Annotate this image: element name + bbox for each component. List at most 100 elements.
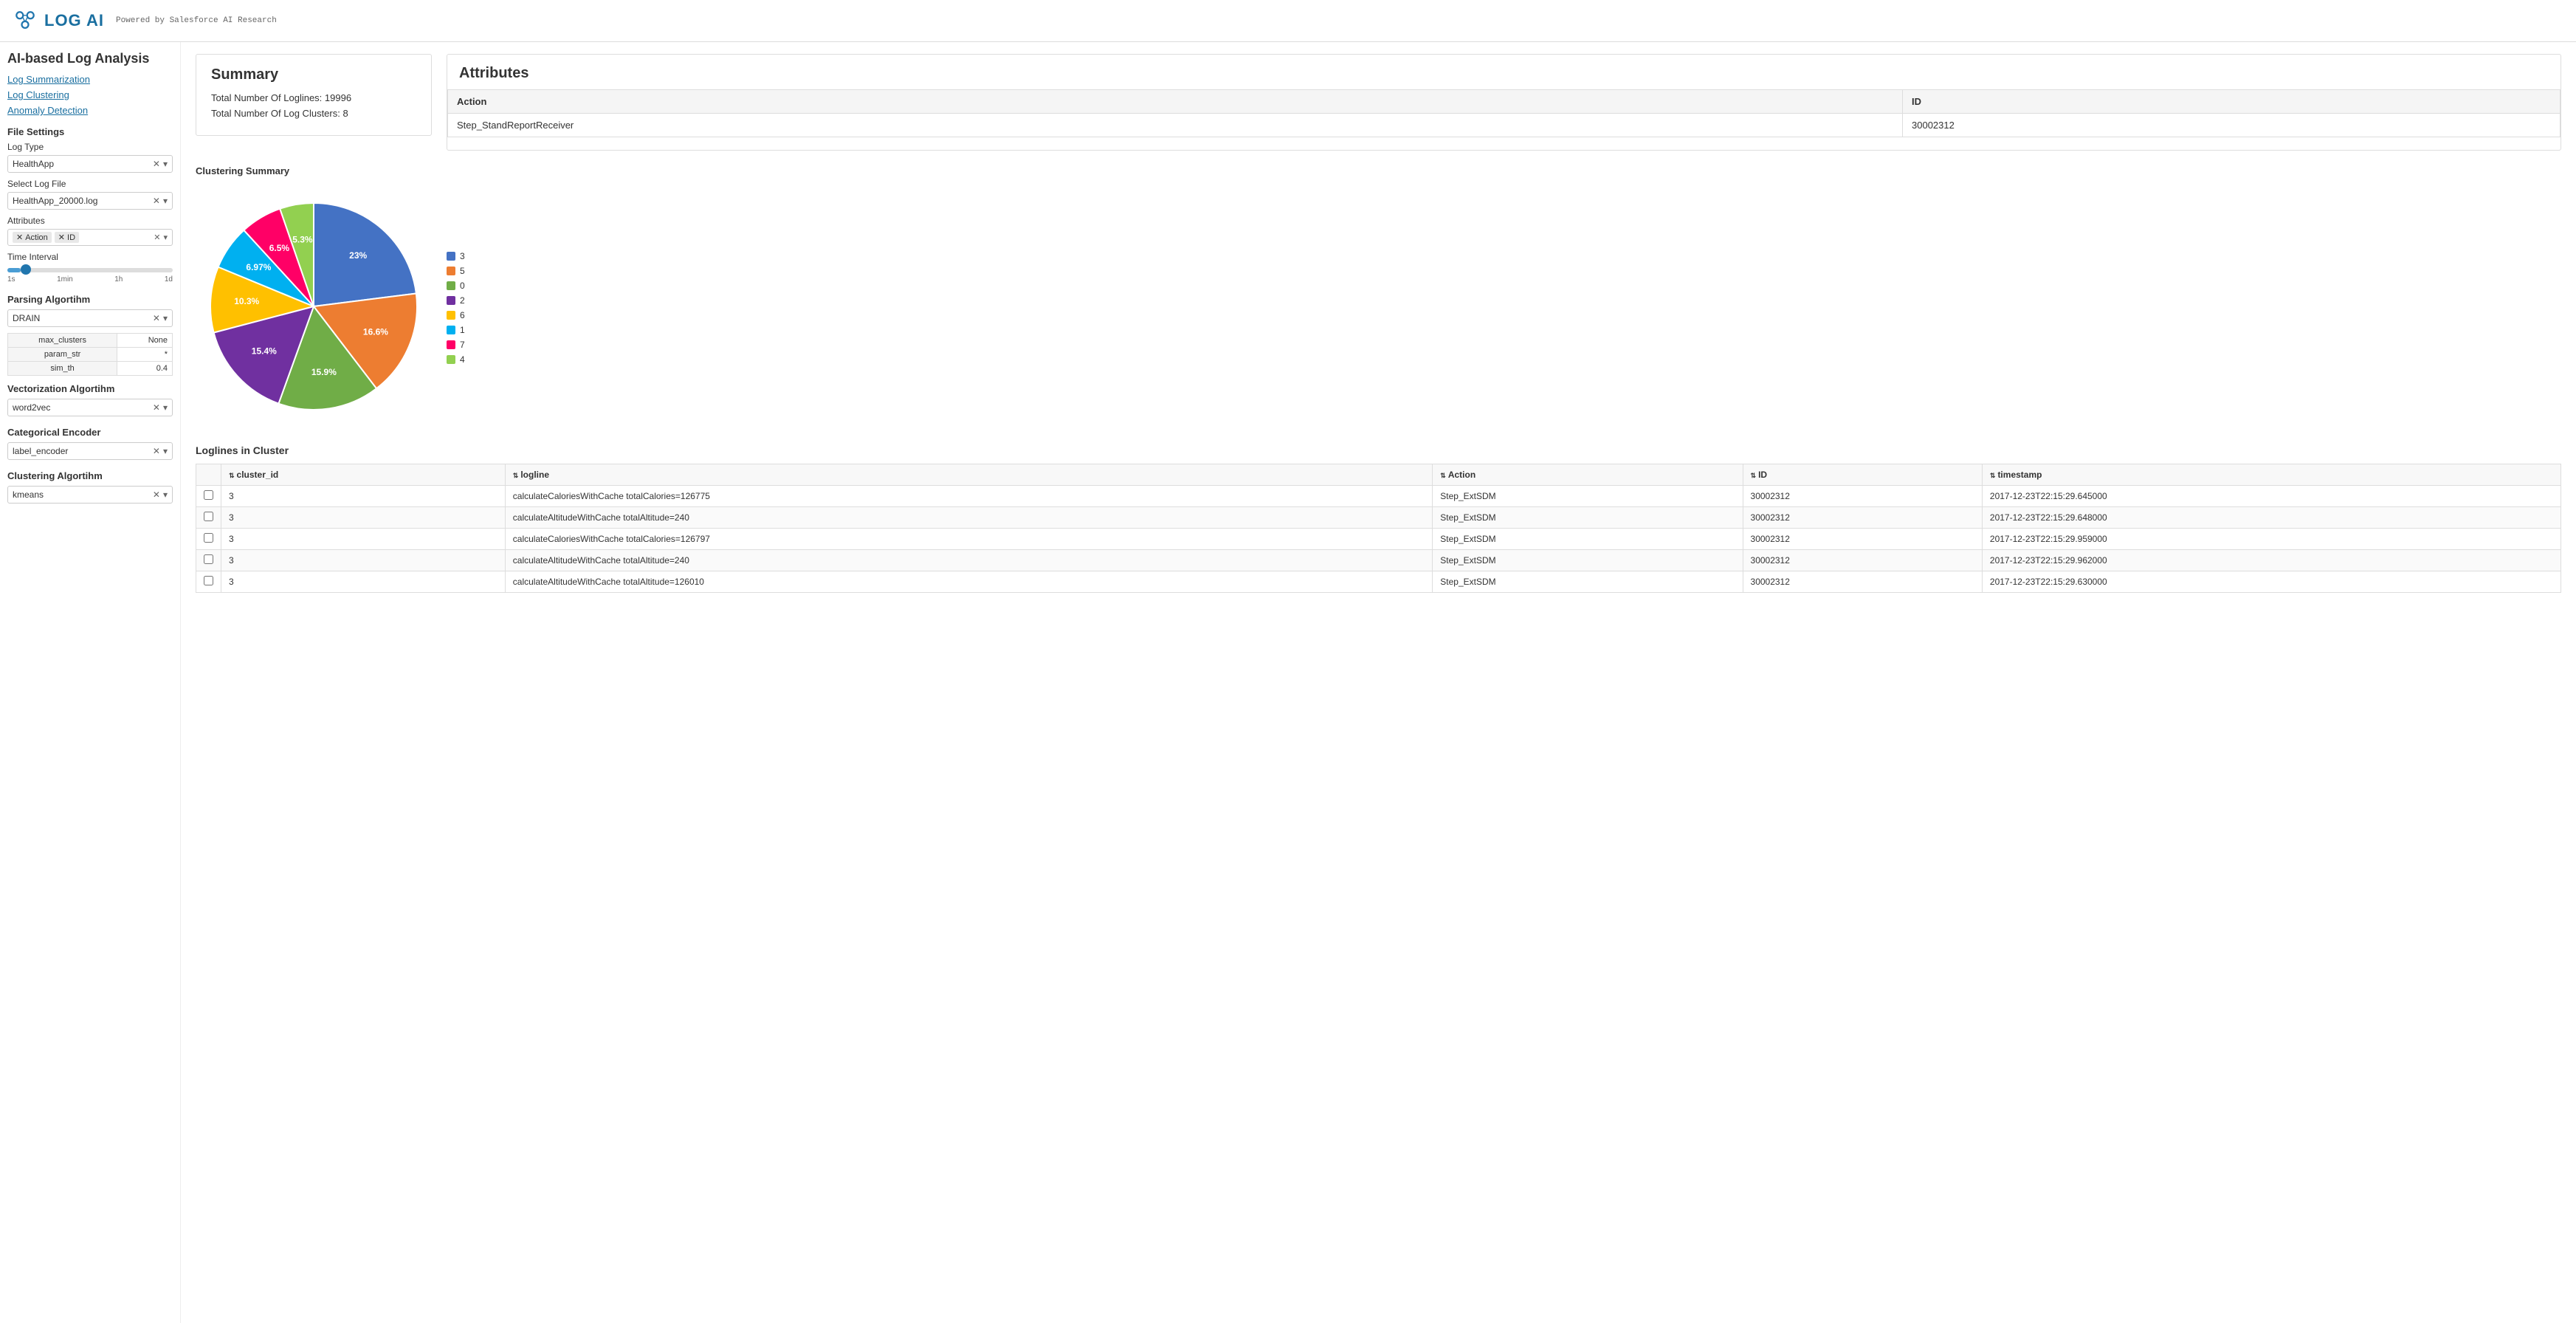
attributes-section: Attributes Action ID Step_StandReportRec… xyxy=(447,54,2561,151)
param-row: max_clustersNone xyxy=(8,334,173,348)
log-type-value: HealthApp xyxy=(13,159,153,169)
clustering-algo-select[interactable]: kmeans ✕ ▾ xyxy=(7,486,173,504)
log-type-select[interactable]: HealthApp ✕ ▾ xyxy=(7,155,173,173)
slider-thumb[interactable] xyxy=(21,264,31,275)
close-icon-4: ✕ xyxy=(153,313,160,323)
close-icon-3: ✕ xyxy=(154,233,160,242)
sort-icon-action: ⇅ xyxy=(1440,472,1446,479)
vectorization-select[interactable]: word2vec ✕ ▾ xyxy=(7,399,173,416)
tag-action: ✕ Action xyxy=(13,232,52,243)
tag-x-action[interactable]: ✕ xyxy=(16,233,23,242)
legend-color-2 xyxy=(447,296,455,305)
sidebar-item-log-summarization[interactable]: Log Summarization xyxy=(7,74,173,85)
attr-id-value: 30002312 xyxy=(1903,114,2560,137)
row-timestamp-0: 2017-12-23T22:15:29.645000 xyxy=(1982,486,2560,507)
clustering-summary-label: Clustering Summary xyxy=(196,165,2561,176)
row-checkbox-2[interactable] xyxy=(196,529,221,550)
legend-label-1: 1 xyxy=(460,325,465,335)
chevron-down-icon-5: ▾ xyxy=(163,402,168,413)
sort-icon-logline: ⇅ xyxy=(513,472,519,479)
param-key: param_str xyxy=(8,348,117,362)
legend-item-4: 4 xyxy=(447,354,465,365)
log-type-label: Log Type xyxy=(7,142,173,152)
time-slider-track[interactable] xyxy=(7,268,173,272)
categorical-encoder-select[interactable]: label_encoder ✕ ▾ xyxy=(7,442,173,460)
param-row: param_str* xyxy=(8,348,173,362)
row-id-4: 30002312 xyxy=(1743,571,1982,593)
logo-area: LOG AI Powered by Salesforce AI Research xyxy=(12,7,277,34)
chevron-down-icon-2: ▾ xyxy=(163,196,168,206)
row-timestamp-3: 2017-12-23T22:15:29.962000 xyxy=(1982,550,2560,571)
legend-item-1: 1 xyxy=(447,325,465,335)
legend-label-2: 2 xyxy=(460,295,465,306)
row-logline-4: calculateAltitudeWithCache totalAltitude… xyxy=(505,571,1432,593)
row-timestamp-2: 2017-12-23T22:15:29.959000 xyxy=(1982,529,2560,550)
row-id-0: 30002312 xyxy=(1743,486,1982,507)
sort-icon-timestamp: ⇅ xyxy=(1990,472,1996,479)
param-value: None xyxy=(117,334,173,348)
sidebar: AI-based Log Analysis Log Summarization … xyxy=(0,42,181,1323)
row-cluster-id-3: 3 xyxy=(221,550,506,571)
main-layout: AI-based Log Analysis Log Summarization … xyxy=(0,42,2576,1323)
vectorization-title: Vectorization Algortihm xyxy=(7,383,173,394)
categorical-encoder-title: Categorical Encoder xyxy=(7,427,173,438)
slider-fill xyxy=(7,268,21,272)
col-id: ⇅ID xyxy=(1743,464,1982,486)
legend-color-4 xyxy=(447,355,455,364)
pie-chart-container: 23%16.6%15.9%15.4%10.3%6.97%6.5%5.3% xyxy=(196,188,432,427)
time-interval-label: Time Interval xyxy=(7,252,173,262)
vectorization-value: word2vec xyxy=(13,402,153,413)
log-file-value: HealthApp_20000.log xyxy=(13,196,153,206)
attr-action-value: Step_StandReportReceiver xyxy=(448,114,1903,137)
table-row: 3 calculateAltitudeWithCache totalAltitu… xyxy=(196,507,2561,529)
tag-id: ✕ ID xyxy=(55,232,79,243)
pie-label-0: 15.9% xyxy=(311,367,337,377)
attributes-title: Attributes xyxy=(447,55,2560,89)
pie-legend: 35026174 xyxy=(447,251,465,365)
clustering-algo-value: kmeans xyxy=(13,489,153,500)
row-checkbox-0[interactable] xyxy=(196,486,221,507)
row-action-1: Step_ExtSDM xyxy=(1433,507,1743,529)
pie-label-3: 23% xyxy=(349,250,367,261)
slider-labels: 1s 1min 1h 1d xyxy=(7,275,173,284)
col-cluster-id: ⇅cluster_id xyxy=(221,464,506,486)
row-logline-0: calculateCaloriesWithCache totalCalories… xyxy=(505,486,1432,507)
legend-item-7: 7 xyxy=(447,340,465,350)
legend-color-5 xyxy=(447,267,455,275)
chevron-down-icon-7: ▾ xyxy=(163,489,168,500)
sort-icon-cluster: ⇅ xyxy=(229,472,235,479)
table-row: 3 calculateCaloriesWithCache totalCalori… xyxy=(196,486,2561,507)
logo-text: LOG AI xyxy=(44,11,104,30)
tag-x-id[interactable]: ✕ xyxy=(58,233,65,242)
close-icon-5: ✕ xyxy=(153,402,160,413)
total-clusters-label: Total Number Of Log Clusters: xyxy=(211,108,340,119)
log-file-select[interactable]: HealthApp_20000.log ✕ ▾ xyxy=(7,192,173,210)
total-loglines-line: Total Number Of Loglines: 19996 xyxy=(211,92,416,103)
col-checkbox xyxy=(196,464,221,486)
param-key: max_clusters xyxy=(8,334,117,348)
row-id-3: 30002312 xyxy=(1743,550,1982,571)
close-icon-7: ✕ xyxy=(153,489,160,500)
row-logline-1: calculateAltitudeWithCache totalAltitude… xyxy=(505,507,1432,529)
sidebar-nav: Log Summarization Log Clustering Anomaly… xyxy=(7,74,173,116)
sidebar-item-anomaly-detection[interactable]: Anomaly Detection xyxy=(7,105,173,116)
total-clusters-value: 8 xyxy=(342,108,348,119)
tag-label-action: Action xyxy=(25,233,48,242)
attributes-tag-box[interactable]: ✕ Action ✕ ID ✕ ▾ xyxy=(7,229,173,246)
loglines-title: Loglines in Cluster xyxy=(196,444,2561,456)
row-timestamp-4: 2017-12-23T22:15:29.630000 xyxy=(1982,571,2560,593)
sort-icon-id: ⇅ xyxy=(1751,472,1757,479)
param-table: max_clustersNoneparam_str*sim_th0.4 xyxy=(7,333,173,376)
parsing-algo-select[interactable]: DRAIN ✕ ▾ xyxy=(7,309,173,327)
param-value: 0.4 xyxy=(117,362,173,376)
sidebar-item-log-clustering[interactable]: Log Clustering xyxy=(7,89,173,100)
row-checkbox-3[interactable] xyxy=(196,550,221,571)
legend-label-4: 4 xyxy=(460,354,465,365)
close-icon-6: ✕ xyxy=(153,446,160,456)
row-id-1: 30002312 xyxy=(1743,507,1982,529)
legend-item-3: 3 xyxy=(447,251,465,261)
legend-item-0: 0 xyxy=(447,281,465,291)
row-checkbox-1[interactable] xyxy=(196,507,221,529)
row-checkbox-4[interactable] xyxy=(196,571,221,593)
tag-label-id: ID xyxy=(67,233,75,242)
